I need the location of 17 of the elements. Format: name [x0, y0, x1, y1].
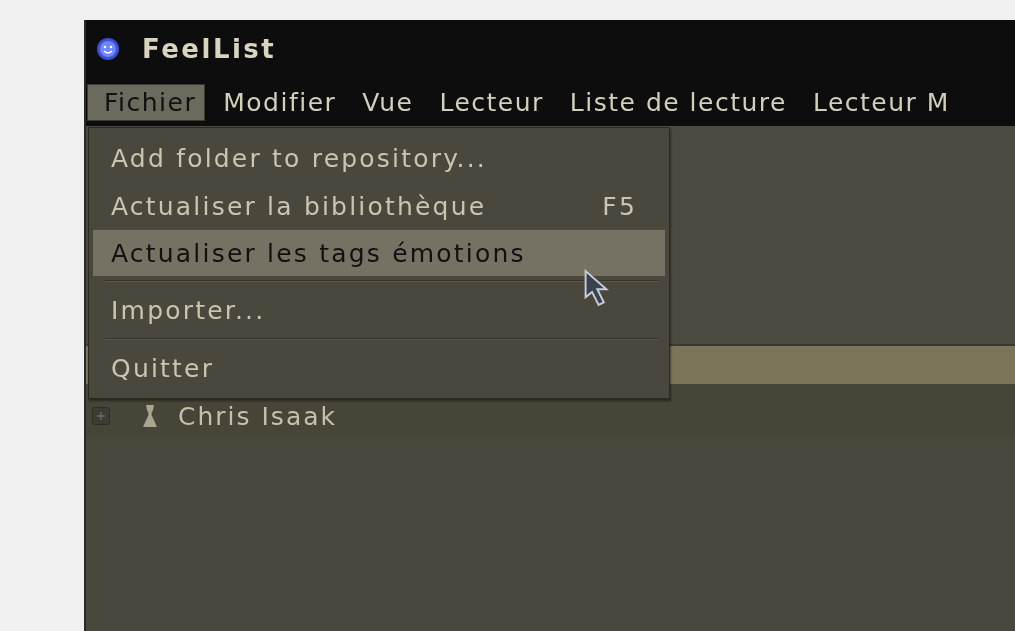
window-title: FeelList — [142, 34, 277, 64]
menu-item[interactable]: Lecteur — [423, 82, 552, 122]
menu-item[interactable]: Fichier — [87, 83, 206, 121]
expand-icon[interactable] — [92, 407, 110, 425]
menu-item[interactable]: Vue — [346, 82, 422, 122]
menu-option[interactable]: Quitter — [93, 344, 665, 392]
artist-name[interactable]: Chris Isaak — [178, 401, 337, 431]
pointer-icon — [583, 268, 609, 308]
smiley-icon — [96, 37, 120, 61]
menu-option[interactable]: Actualiser les tags émotions — [93, 230, 665, 276]
person-icon — [142, 405, 158, 427]
menu-item[interactable]: Modifier — [207, 82, 345, 122]
menu-item[interactable]: Lecteur M — [796, 82, 958, 122]
menu-option[interactable]: Add folder to repository... — [93, 134, 665, 182]
menu-option[interactable]: Importer... — [93, 286, 665, 334]
menu-item[interactable]: Liste de lecture — [553, 82, 795, 122]
menu-option[interactable]: Actualiser la bibliothèque F5 — [93, 182, 665, 230]
